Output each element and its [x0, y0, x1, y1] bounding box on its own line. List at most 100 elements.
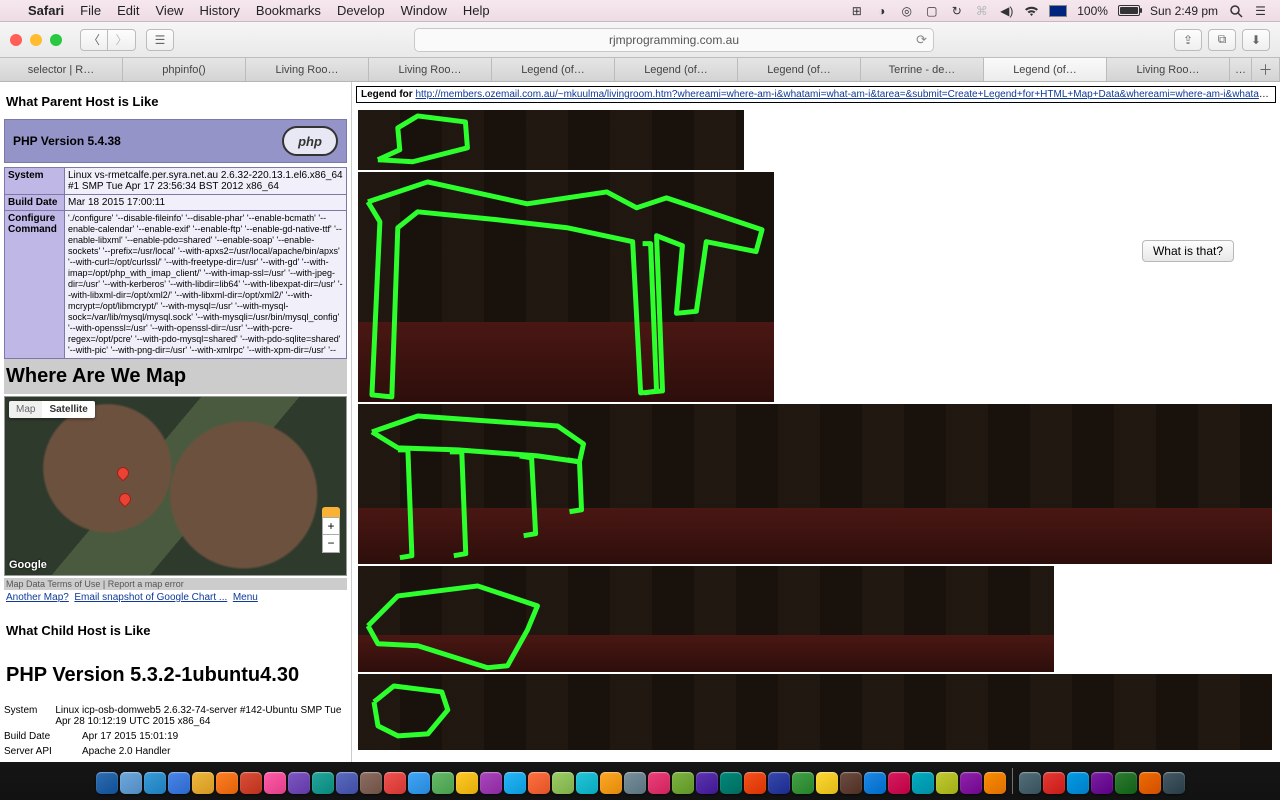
email-snapshot-link[interactable]: Email snapshot of Google Chart ...: [74, 592, 227, 603]
browser-tab[interactable]: Living Roo…: [369, 58, 492, 81]
dock-app-icon[interactable]: [360, 772, 382, 794]
spotlight-icon[interactable]: [1228, 3, 1243, 18]
dock-app-icon[interactable]: [576, 772, 598, 794]
dock-app-icon[interactable]: [1115, 772, 1137, 794]
dock-app-icon[interactable]: [312, 772, 334, 794]
minimize-window-button[interactable]: [30, 34, 42, 46]
browser-tab[interactable]: phpinfo(): [123, 58, 246, 81]
dock-app-icon[interactable]: [168, 772, 190, 794]
dock-app-icon[interactable]: [480, 772, 502, 794]
dock-app-icon[interactable]: [96, 772, 118, 794]
bluetooth-icon[interactable]: ⌘: [974, 3, 989, 18]
legend-image-row[interactable]: [356, 170, 774, 402]
downloads-button[interactable]: ⬇: [1242, 29, 1270, 51]
airplay-icon[interactable]: ▢: [924, 3, 939, 18]
menubar-clock[interactable]: Sun 2:49 pm: [1150, 4, 1218, 18]
dock-app-icon[interactable]: [624, 772, 646, 794]
dock-app-icon[interactable]: [816, 772, 838, 794]
dock-app-icon[interactable]: [696, 772, 718, 794]
dock-app-icon[interactable]: [720, 772, 742, 794]
legend-image-row[interactable]: [356, 108, 744, 170]
menu-edit[interactable]: Edit: [117, 3, 139, 18]
browser-tab[interactable]: Living Roo…: [246, 58, 369, 81]
volume-icon[interactable]: ◀): [999, 3, 1014, 18]
dock-app-icon[interactable]: [504, 772, 526, 794]
menu-develop[interactable]: Develop: [337, 3, 385, 18]
dock-app-icon[interactable]: [192, 772, 214, 794]
share-button[interactable]: ⇪: [1174, 29, 1202, 51]
dock-app-icon[interactable]: [528, 772, 550, 794]
dock-app-icon[interactable]: [888, 772, 910, 794]
dock-app-icon[interactable]: [600, 772, 622, 794]
dock-app-icon[interactable]: [1019, 772, 1041, 794]
menu-view[interactable]: View: [156, 3, 184, 18]
dock-app-icon[interactable]: [120, 772, 142, 794]
legend-image-row[interactable]: [356, 564, 1054, 672]
menu-bookmarks[interactable]: Bookmarks: [256, 3, 321, 18]
dock-app-icon[interactable]: [984, 772, 1006, 794]
app-name[interactable]: Safari: [28, 3, 64, 18]
map-type-map[interactable]: Map: [9, 401, 42, 418]
tab-overflow[interactable]: …: [1230, 58, 1252, 81]
dock-app-icon[interactable]: [216, 772, 238, 794]
dock-app-icon[interactable]: [672, 772, 694, 794]
menu-window[interactable]: Window: [401, 3, 447, 18]
browser-tab-active[interactable]: Legend (of…: [984, 58, 1107, 81]
browser-tab[interactable]: Legend (of…: [738, 58, 861, 81]
browser-tab[interactable]: selector | R…: [0, 58, 123, 81]
what-is-that-button[interactable]: What is that?: [1142, 240, 1234, 262]
notification-center-icon[interactable]: ☰: [1253, 3, 1268, 18]
dock-app-icon[interactable]: [936, 772, 958, 794]
dock-app-icon[interactable]: [1091, 772, 1113, 794]
dock-app-icon[interactable]: [912, 772, 934, 794]
sidebar-toggle-button[interactable]: ☰: [146, 29, 174, 51]
dock-app-icon[interactable]: [432, 772, 454, 794]
dock-app-icon[interactable]: [1043, 772, 1065, 794]
wifi-icon[interactable]: [1024, 3, 1039, 18]
browser-tab[interactable]: Legend (of…: [492, 58, 615, 81]
menuextra-icon[interactable]: ⊞: [849, 3, 864, 18]
menu-help[interactable]: Help: [463, 3, 490, 18]
menu-history[interactable]: History: [199, 3, 239, 18]
dock-app-icon[interactable]: [840, 772, 862, 794]
dock-app-icon[interactable]: [1139, 772, 1161, 794]
dock-app-icon[interactable]: [1163, 772, 1185, 794]
flag-icon[interactable]: [1049, 5, 1067, 17]
zoom-window-button[interactable]: [50, 34, 62, 46]
dock-app-icon[interactable]: [336, 772, 358, 794]
legend-url-link[interactable]: http://members.ozemail.com.au/~mkuulma/l…: [415, 89, 1276, 100]
dock-app-icon[interactable]: [384, 772, 406, 794]
dock-app-icon[interactable]: [144, 772, 166, 794]
dock-app-icon[interactable]: [240, 772, 262, 794]
legend-image-row[interactable]: [356, 402, 1272, 564]
google-map[interactable]: Map Satellite + − Google: [4, 396, 347, 576]
address-bar[interactable]: rjmprogramming.com.au ⟳: [414, 28, 934, 52]
menuextra-icon[interactable]: ◑: [874, 3, 889, 18]
dock-app-icon[interactable]: [456, 772, 478, 794]
map-type-satellite[interactable]: Satellite: [42, 401, 94, 418]
legend-image-row[interactable]: [356, 672, 1272, 750]
battery-icon[interactable]: [1118, 5, 1140, 16]
dock-app-icon[interactable]: [792, 772, 814, 794]
dock-app-icon[interactable]: [288, 772, 310, 794]
dock-app-icon[interactable]: [960, 772, 982, 794]
dock-app-icon[interactable]: [408, 772, 430, 794]
dock-app-icon[interactable]: [1067, 772, 1089, 794]
dock-app-icon[interactable]: [744, 772, 766, 794]
menu-file[interactable]: File: [80, 3, 101, 18]
dock-app-icon[interactable]: [864, 772, 886, 794]
browser-tab[interactable]: Terrine - de…: [861, 58, 984, 81]
back-button[interactable]: 〈: [80, 29, 108, 51]
new-tab-button[interactable]: ＋: [1252, 58, 1280, 81]
browser-tab[interactable]: Legend (of…: [615, 58, 738, 81]
zoom-in-button[interactable]: +: [323, 518, 339, 535]
menu-link[interactable]: Menu: [233, 592, 258, 603]
dock-app-icon[interactable]: [264, 772, 286, 794]
browser-tab[interactable]: Living Roo…: [1107, 58, 1230, 81]
timemachine-icon[interactable]: ↻: [949, 3, 964, 18]
forward-button[interactable]: 〉: [108, 29, 136, 51]
dock-app-icon[interactable]: [768, 772, 790, 794]
zoom-out-button[interactable]: −: [323, 535, 339, 552]
menuextra-icon[interactable]: ◎: [899, 3, 914, 18]
reload-icon[interactable]: ⟳: [916, 32, 927, 48]
